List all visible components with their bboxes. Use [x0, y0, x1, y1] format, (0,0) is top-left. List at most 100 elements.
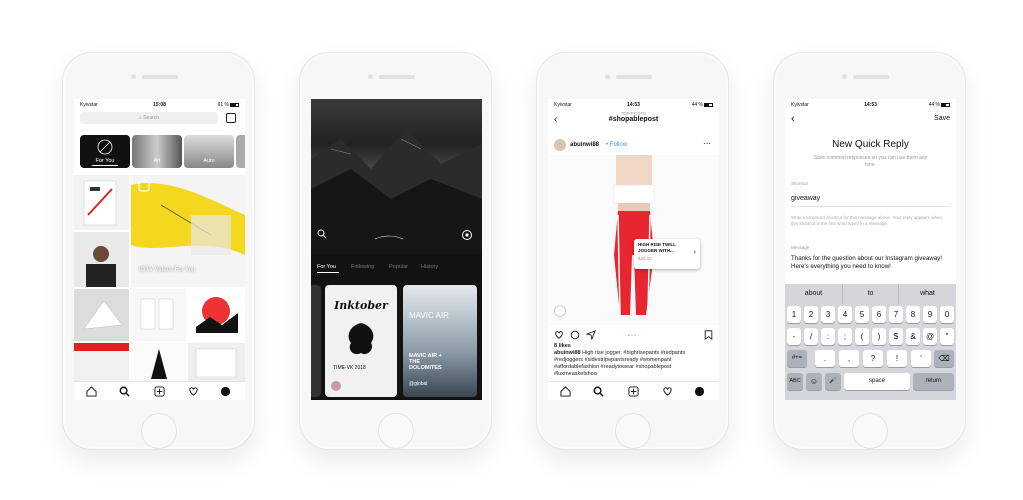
igtv-banner[interactable]: IGTV Videos For You — [131, 175, 245, 287]
key-2[interactable]: 2 — [804, 306, 818, 323]
grid-item[interactable] — [188, 289, 245, 341]
search-icon[interactable] — [593, 386, 604, 397]
phone-speaker — [616, 75, 652, 79]
product-tag[interactable]: HIGH RISE TWILL JOGGER WITH... $20.00 › — [634, 239, 700, 269]
key-1[interactable]: 1 — [787, 306, 801, 323]
bookmark-icon[interactable] — [704, 330, 713, 340]
back-button[interactable]: ‹ — [554, 114, 557, 125]
grid-item[interactable] — [188, 343, 245, 383]
username[interactable]: abuinwi88 — [570, 142, 599, 148]
grid-item[interactable] — [74, 175, 129, 230]
backspace-icon[interactable]: ⌫ — [934, 350, 954, 367]
suggestion-about[interactable]: about — [785, 284, 842, 304]
shortcut-label: Shortcut — [791, 181, 808, 186]
key-dash[interactable]: - — [787, 328, 801, 345]
phone-camera — [368, 74, 373, 79]
key-dollar[interactable]: $ — [889, 328, 903, 345]
key-symbols[interactable]: #+= — [787, 350, 807, 367]
key-4[interactable]: 4 — [838, 306, 852, 323]
home-icon[interactable] — [560, 386, 571, 397]
video-card[interactable]: Inktober TIME-VK 2018 — [325, 285, 397, 397]
follow-link[interactable]: • Follow — [606, 142, 627, 148]
home-button[interactable] — [615, 413, 651, 449]
grid-item[interactable] — [131, 343, 186, 383]
scan-icon[interactable] — [226, 113, 236, 123]
key-quote[interactable]: " — [940, 328, 954, 345]
heart-icon[interactable] — [188, 386, 199, 397]
chip-art[interactable]: Art — [132, 135, 182, 168]
key-at[interactable]: @ — [923, 328, 937, 345]
phone-quick-reply: Kyivstar 14:53 44 % ‹ Save New Quick Rep… — [773, 52, 966, 450]
key-3[interactable]: 3 — [821, 306, 835, 323]
key-apostrophe[interactable]: ' — [911, 350, 931, 367]
phone-speaker — [379, 75, 415, 79]
home-button[interactable] — [378, 413, 414, 449]
search-icon[interactable] — [317, 229, 327, 239]
key-0[interactable]: 0 — [940, 306, 954, 323]
profile-icon[interactable] — [694, 386, 705, 397]
key-9[interactable]: 9 — [923, 306, 937, 323]
chip-auto[interactable]: Auto — [184, 135, 234, 168]
heart-icon[interactable] — [662, 386, 673, 397]
home-button[interactable] — [852, 413, 888, 449]
save-button[interactable]: Save — [934, 115, 950, 122]
heart-icon[interactable] — [554, 330, 564, 340]
tab-history[interactable]: History — [421, 264, 438, 270]
suggestion-what[interactable]: what — [899, 284, 956, 304]
settings-icon[interactable] — [461, 229, 473, 241]
key-open-paren[interactable]: ( — [855, 328, 869, 345]
key-space[interactable]: space — [844, 373, 910, 390]
message-field[interactable]: Thanks for the question about our Instag… — [791, 255, 951, 271]
key-return[interactable]: return — [913, 373, 954, 390]
key-8[interactable]: 8 — [906, 306, 920, 323]
home-button[interactable] — [141, 413, 177, 449]
tab-popular[interactable]: Popular — [389, 264, 408, 270]
page-subtitle: Save common responses so you can use the… — [813, 155, 928, 168]
share-icon[interactable] — [586, 330, 596, 340]
add-icon[interactable] — [628, 386, 639, 397]
key-ampersand[interactable]: & — [906, 328, 920, 345]
key-comma[interactable]: , — [839, 350, 859, 367]
avatar[interactable] — [554, 139, 566, 151]
more-icon[interactable]: ⋯ — [703, 139, 711, 148]
grid-item[interactable] — [131, 289, 186, 341]
phone-speaker — [853, 75, 889, 79]
igtv-hero-video[interactable] — [311, 99, 482, 254]
key-period[interactable]: . — [815, 350, 835, 367]
search-input[interactable]: ⌕ Search — [80, 112, 218, 124]
shortcut-field[interactable]: giveaway — [791, 195, 950, 207]
grid-item[interactable] — [74, 289, 129, 341]
key-7[interactable]: 7 — [889, 306, 903, 323]
hashtag-title: #shopablepost — [608, 116, 659, 123]
key-exclamation[interactable]: ! — [887, 350, 907, 367]
add-icon[interactable] — [154, 386, 165, 397]
back-button[interactable]: ‹ — [791, 113, 795, 125]
suggestion-to[interactable]: to — [842, 284, 899, 304]
key-close-paren[interactable]: ) — [872, 328, 886, 345]
microphone-icon[interactable]: 🎤 — [825, 373, 841, 390]
video-card[interactable]: MAVIC AIR MAVIC AIR + THE DOLOMITES @glo… — [403, 285, 477, 397]
grid-item[interactable] — [74, 232, 129, 287]
comment-icon[interactable] — [570, 330, 580, 340]
search-icon[interactable] — [119, 386, 130, 397]
tab-following[interactable]: Following — [351, 264, 374, 270]
shopping-bag-icon[interactable] — [554, 305, 566, 317]
home-icon[interactable] — [86, 386, 97, 397]
key-colon[interactable]: : — [821, 328, 835, 345]
key-slash[interactable]: / — [804, 328, 818, 345]
topic-chips: For You Art Auto — [80, 135, 245, 170]
emoji-icon[interactable]: ☺ — [806, 373, 822, 390]
post-image[interactable]: HIGH RISE TWILL JOGGER WITH... $20.00 › — [548, 155, 719, 325]
grid-item[interactable] — [74, 343, 129, 383]
key-5[interactable]: 5 — [855, 306, 869, 323]
profile-icon[interactable] — [220, 386, 231, 397]
chip-for-you[interactable]: For You — [80, 135, 130, 168]
key-abc[interactable]: ABC — [787, 373, 803, 390]
chip-more[interactable] — [236, 135, 245, 168]
key-semicolon[interactable]: ; — [838, 328, 852, 345]
tab-for-you[interactable]: For You — [317, 264, 336, 270]
key-question[interactable]: ? — [863, 350, 883, 367]
key-6[interactable]: 6 — [872, 306, 886, 323]
video-card[interactable] — [311, 285, 321, 397]
igtv-tabs: For You Following Popular History — [311, 262, 482, 276]
